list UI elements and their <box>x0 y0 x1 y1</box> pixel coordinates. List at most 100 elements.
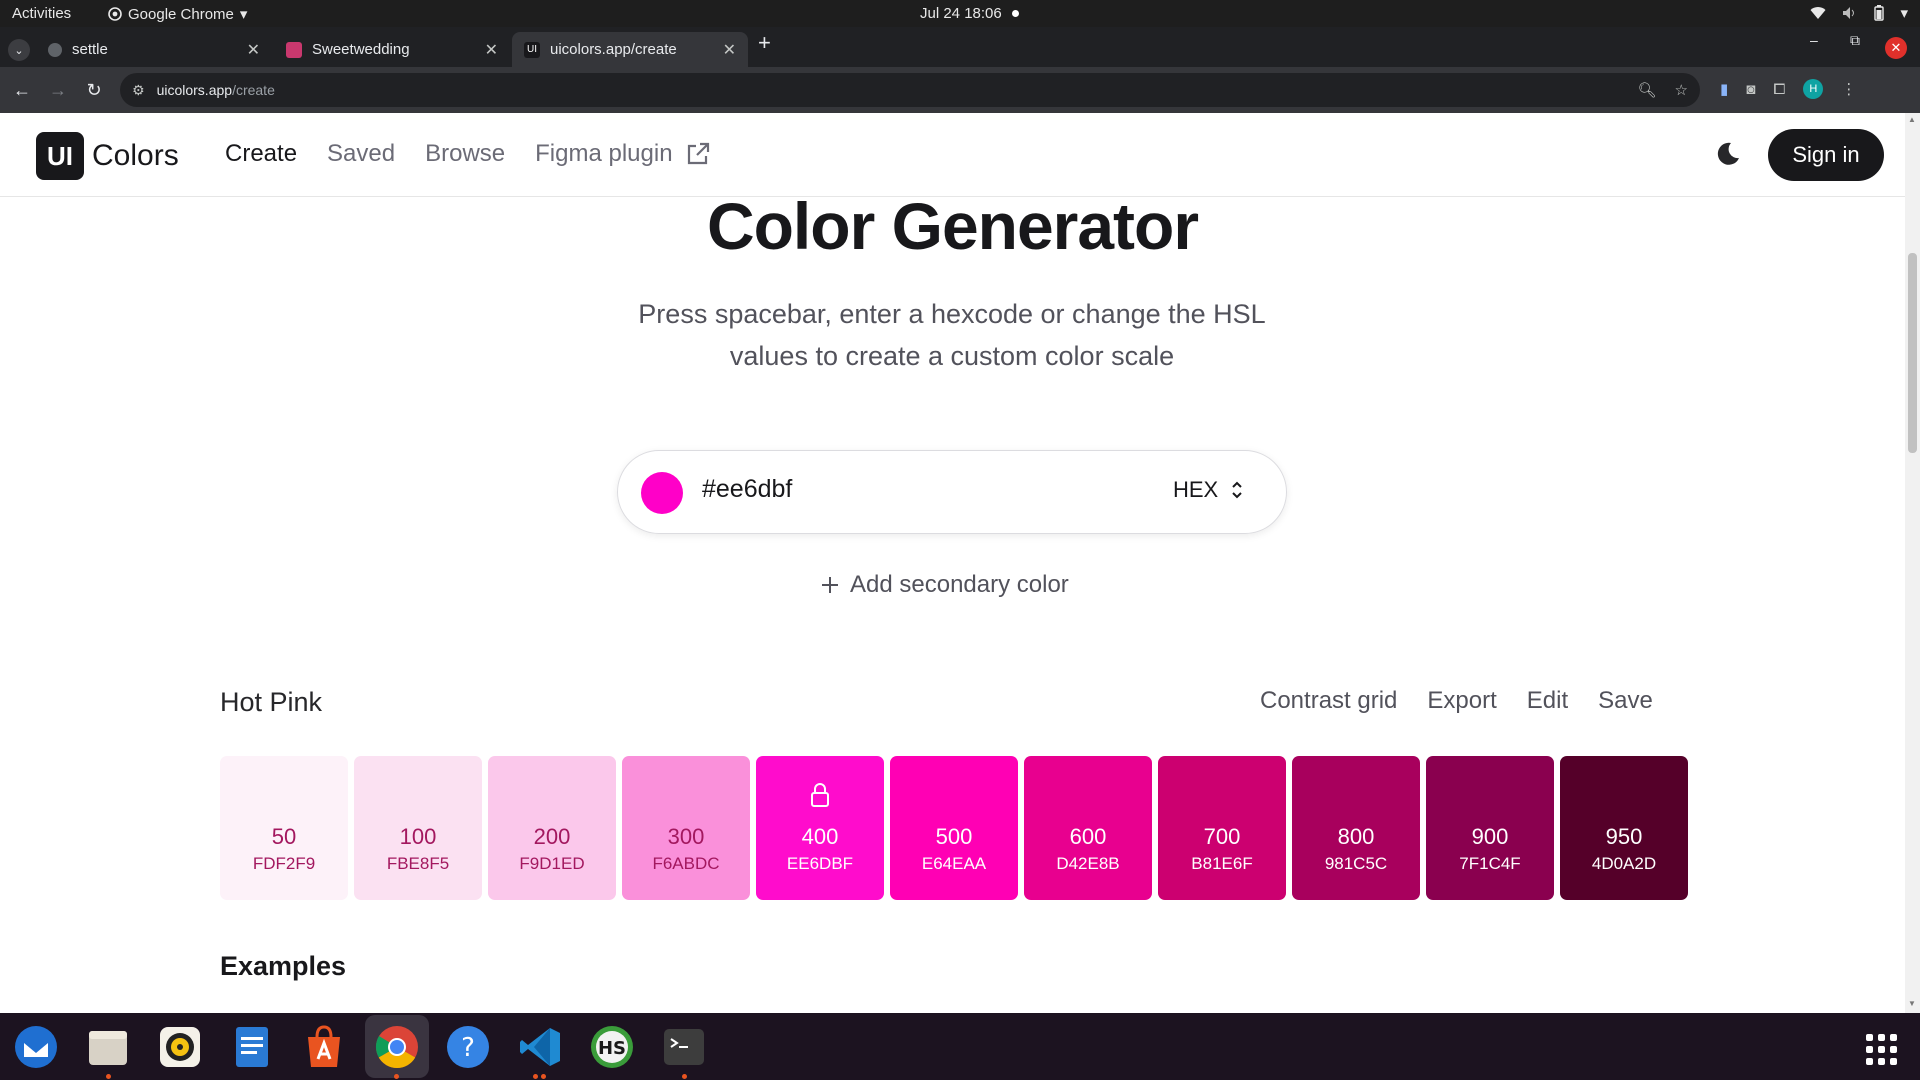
back-button[interactable]: ← <box>11 79 33 101</box>
url-host: uicolors.app <box>156 82 233 98</box>
tab-search-button[interactable]: ⌄ <box>8 39 30 61</box>
chevron-down-icon: ⌄ <box>14 44 24 57</box>
vscode-icon[interactable] <box>516 1023 564 1071</box>
tab-sweetwedding[interactable]: Sweetwedding ✕ <box>274 32 510 67</box>
tab-title: uicolors.app/create <box>550 41 677 58</box>
site-header: UI Colors Create Saved Browse Figma plug… <box>0 113 1905 197</box>
external-link-icon <box>687 142 709 165</box>
extension-icon[interactable]: ▮ <box>1720 80 1728 98</box>
nav-figma-plugin[interactable]: Figma plugin <box>535 140 710 168</box>
shade-step: 300 <box>667 824 705 849</box>
app-center-icon[interactable] <box>300 1023 348 1071</box>
show-apps-icon[interactable] <box>1866 1034 1897 1065</box>
thunderbird-icon[interactable] <box>12 1023 60 1071</box>
shade-swatch-300[interactable]: 300 F6ABDC <box>622 756 750 900</box>
close-icon[interactable]: ✕ <box>485 40 498 60</box>
forward-button[interactable]: → <box>47 79 69 101</box>
files-icon[interactable] <box>84 1023 132 1071</box>
shade-swatch-800[interactable]: 800 981C5C <box>1292 756 1420 900</box>
shade-step: 900 <box>1471 824 1509 849</box>
extensions-area: ▮ ◙ ⧠ H ⋮ <box>1720 79 1856 99</box>
taskbar-dock: ? HS <box>0 1013 1920 1080</box>
running-indicator <box>533 1074 538 1079</box>
minimize-button[interactable]: – <box>1810 32 1818 48</box>
restore-button[interactable]: ⧉ <box>1850 32 1860 49</box>
scroll-down-icon[interactable]: ▼ <box>1908 999 1916 1008</box>
caret-down-icon: ▾ <box>1900 5 1908 22</box>
shade-swatch-500[interactable]: 500 E64EAA <box>890 756 1018 900</box>
svg-text:HS: HS <box>598 1038 626 1059</box>
url-path: /create <box>232 82 275 98</box>
rhythmbox-icon[interactable] <box>156 1023 204 1071</box>
camera-icon[interactable]: ◙ <box>1746 81 1755 98</box>
close-icon[interactable]: ✕ <box>723 40 736 60</box>
nav-create[interactable]: Create <box>225 140 297 168</box>
site-icon <box>286 41 302 58</box>
plus-icon <box>822 577 838 593</box>
shade-hex: F6ABDC <box>652 854 720 873</box>
reload-button[interactable]: ↻ <box>83 79 105 101</box>
help-icon[interactable]: ? <box>444 1023 492 1071</box>
close-icon[interactable]: ✕ <box>247 40 260 60</box>
url-text: uicolors.app/create <box>157 82 275 98</box>
app-menu[interactable]: Google Chrome ▾ <box>108 5 247 23</box>
kebab-menu-icon[interactable]: ⋮ <box>1841 80 1856 98</box>
shade-swatch-900[interactable]: 900 7F1C4F <box>1426 756 1554 900</box>
hs-icon[interactable]: HS <box>588 1023 636 1071</box>
export-button[interactable]: Export <box>1427 687 1496 715</box>
shade-hex: F9D1ED <box>519 854 585 873</box>
shade-swatch-50[interactable]: 50 FDF2F9 <box>220 756 348 900</box>
terminal-icon[interactable] <box>660 1023 708 1071</box>
bookmark-star-icon[interactable]: ☆ <box>1675 81 1688 99</box>
moon-icon[interactable] <box>1712 139 1742 169</box>
puzzle-icon[interactable]: ⧠ <box>1773 81 1785 98</box>
site-logo[interactable]: UI Colors <box>36 132 179 180</box>
chrome-icon[interactable] <box>373 1023 421 1071</box>
sign-in-button[interactable]: Sign in <box>1768 129 1884 181</box>
edit-button[interactable]: Edit <box>1527 687 1568 715</box>
shade-swatch-100[interactable]: 100 FBE8F5 <box>354 756 482 900</box>
caret-down-icon: ▾ <box>239 6 248 23</box>
add-secondary-label: Add secondary color <box>850 571 1069 598</box>
shade-hex: FDF2F9 <box>252 854 316 873</box>
main-nav: Create Saved Browse Figma plugin <box>225 140 711 168</box>
shade-swatch-600[interactable]: 600 D42E8B <box>1024 756 1152 900</box>
page-scrollbar[interactable]: ▲ ▼ <box>1905 113 1920 1013</box>
shade-swatch-950[interactable]: 950 4D0A2D <box>1560 756 1688 900</box>
site-info-icon[interactable]: ⚙ <box>132 82 145 99</box>
format-select[interactable]: HEX <box>1173 477 1244 503</box>
system-tray[interactable]: ▾ <box>1810 4 1908 22</box>
new-tab-button[interactable]: + <box>758 30 771 56</box>
color-swatch[interactable] <box>641 472 683 514</box>
save-button[interactable]: Save <box>1598 687 1653 715</box>
shade-step: 700 <box>1203 824 1241 849</box>
profile-avatar[interactable]: H <box>1803 79 1824 99</box>
running-indicator <box>394 1074 399 1079</box>
zoom-icon[interactable]: 🔍︎ <box>1638 81 1657 99</box>
uicolors-icon: UI <box>524 41 540 58</box>
shade-swatch-200[interactable]: 200 F9D1ED <box>488 756 616 900</box>
shade-swatch-700[interactable]: 700 B81E6F <box>1158 756 1286 900</box>
nav-saved[interactable]: Saved <box>327 140 395 168</box>
shade-step: 100 <box>399 824 437 849</box>
window-close-button[interactable]: ✕ <box>1885 37 1907 59</box>
shade-swatch-400[interactable]: 400 EE6DBF <box>756 756 884 900</box>
clock[interactable]: Jul 24 18:06 <box>920 5 1019 22</box>
hex-input[interactable] <box>702 475 1102 504</box>
add-secondary-color-button[interactable]: Add secondary color <box>820 571 1069 599</box>
shade-hex: EE6DBF <box>786 854 854 873</box>
writer-icon[interactable] <box>228 1023 276 1071</box>
scroll-thumb[interactable] <box>1908 253 1917 453</box>
tab-settle[interactable]: settle ✕ <box>36 32 272 67</box>
tab-title: Sweetwedding <box>312 41 410 58</box>
nav-browse[interactable]: Browse <box>425 140 505 168</box>
shade-hex: 981C5C <box>1324 854 1388 873</box>
svg-text:?: ? <box>461 1033 475 1063</box>
tab-uicolors[interactable]: UI uicolors.app/create ✕ <box>512 32 748 67</box>
scroll-up-icon[interactable]: ▲ <box>1908 115 1916 124</box>
contrast-grid-button[interactable]: Contrast grid <box>1260 687 1397 715</box>
address-bar[interactable]: ⚙ uicolors.app/create 🔍︎ ☆ <box>120 73 1700 107</box>
lock-icon[interactable] <box>808 782 832 808</box>
color-picker-field[interactable]: HEX <box>617 450 1287 534</box>
activities-button[interactable]: Activities <box>12 5 71 22</box>
